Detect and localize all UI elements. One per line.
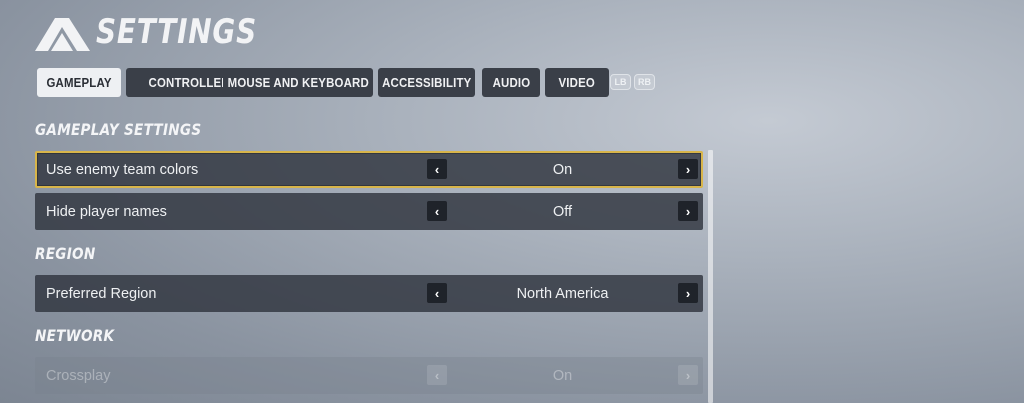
setting-label: Use enemy team colors <box>46 161 199 178</box>
chevron-left-icon[interactable]: ‹ <box>427 201 447 221</box>
setting-label: Hide player names <box>46 203 167 220</box>
section-title-region: REGION <box>35 244 96 263</box>
setting-label: Preferred Region <box>46 285 157 302</box>
page-title: SETTINGS <box>96 12 258 52</box>
setting-label: Crossplay <box>46 367 111 384</box>
tab-audio[interactable]: AUDIO <box>482 68 540 97</box>
chevron-left-icon[interactable]: ‹ <box>427 159 447 179</box>
setting-value: On <box>552 161 573 178</box>
chevron-right-icon: › <box>678 365 698 385</box>
chevron-right-icon[interactable]: › <box>678 283 698 303</box>
section-title-gameplay-settings: GAMEPLAY SETTINGS <box>35 120 202 139</box>
chevron-left-icon[interactable]: ‹ <box>427 283 447 303</box>
setting-value: Off <box>552 203 573 220</box>
chevron-left-icon: ‹ <box>427 365 447 385</box>
setting-row-use-enemy-team-colors[interactable]: Use enemy team colors ‹ On › <box>35 151 703 188</box>
scrollbar[interactable] <box>708 150 713 403</box>
setting-value: On <box>552 367 573 384</box>
rb-bumper-icon: RB <box>634 74 655 90</box>
section-title-network: NETWORK <box>35 326 115 345</box>
game-logo-icon <box>35 18 90 51</box>
setting-row-crossplay: Crossplay ‹ On › <box>35 357 703 394</box>
chevron-right-icon[interactable]: › <box>678 201 698 221</box>
tab-video[interactable]: VIDEO <box>545 68 609 97</box>
setting-value: North America <box>516 285 609 302</box>
chevron-right-icon[interactable]: › <box>678 159 698 179</box>
tab-accessibility[interactable]: ACCESSIBILITY <box>378 68 475 97</box>
setting-row-hide-player-names[interactable]: Hide player names ‹ Off › <box>35 193 703 230</box>
tab-gameplay[interactable]: GAMEPLAY <box>37 68 121 97</box>
tab-mouse-and-keyboard[interactable]: MOUSE AND KEYBOARD <box>223 68 373 97</box>
setting-row-preferred-region[interactable]: Preferred Region ‹ North America › <box>35 275 703 312</box>
lb-bumper-icon: LB <box>610 74 631 90</box>
